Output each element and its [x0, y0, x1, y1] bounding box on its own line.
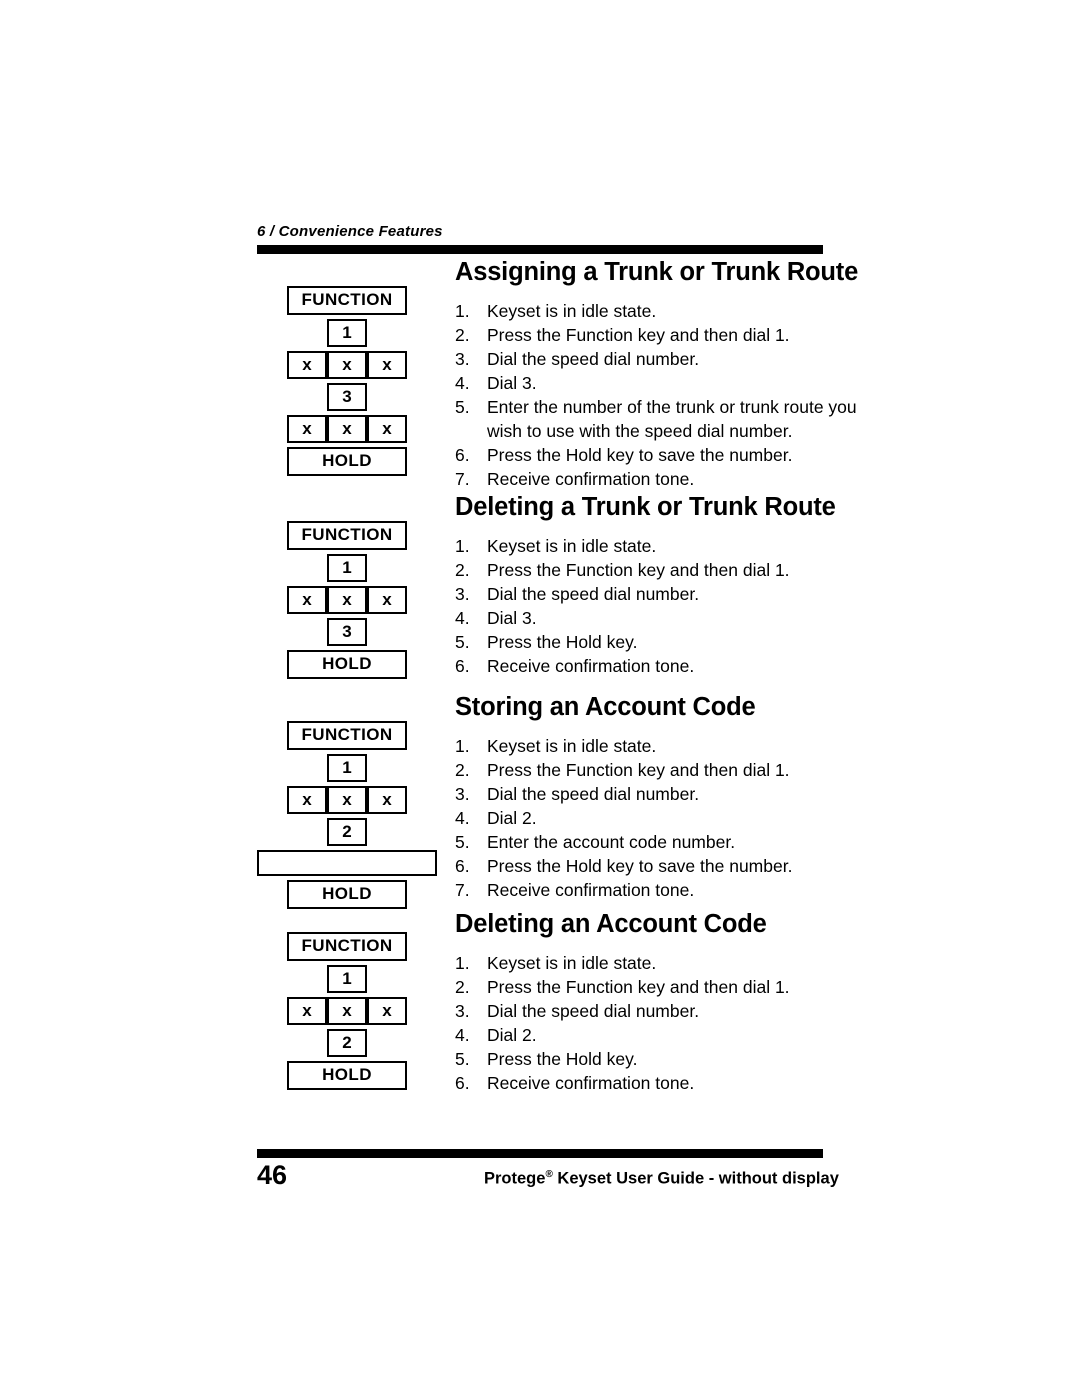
key-x[interactable]: x [327, 997, 367, 1025]
key-x-row: x x x [257, 786, 437, 814]
list-item: 1. Keyset is in idle state. [455, 736, 657, 757]
key-hold[interactable]: HOLD [287, 447, 407, 476]
section-deleting-account-code: Deleting an Account Code 1. Keyset is in … [455, 910, 855, 1095]
header-divider [257, 245, 823, 254]
key-sequence-deleting-account-code: FUNCTION 1 x x x 2 HOLD [257, 932, 437, 1090]
key-x[interactable]: x [327, 586, 367, 614]
list-item: 6. Press the Hold key to save the number. [455, 856, 793, 877]
key-function[interactable]: FUNCTION [287, 721, 407, 750]
key-function[interactable]: FUNCTION [287, 521, 407, 550]
key-x[interactable]: x [367, 586, 407, 614]
list-item: 3. Dial the speed dial number. [455, 1001, 700, 1022]
list-item: 3. Dial the speed dial number. [455, 584, 700, 605]
steps-list: 1. Keyset is in idle state. 2. Press the F… [455, 951, 855, 1095]
registered-mark: ® [545, 1169, 553, 1180]
key-function[interactable]: FUNCTION [287, 932, 407, 961]
key-sequence-assigning-trunk: FUNCTION 1 x x x 3 x x x HOLD [257, 286, 437, 476]
key-x-row: x x x [257, 351, 437, 379]
list-item: 6. Receive confirmation tone. [455, 1073, 695, 1094]
list-item: 5. Enter the number of the trunk or trunk… [455, 397, 857, 442]
section-title: Storing an Account Code [455, 693, 756, 721]
key-digit-3[interactable]: 3 [327, 618, 367, 646]
key-x-row: x x x [257, 586, 437, 614]
section-title: Assigning a Trunk or Trunk Route [455, 258, 859, 286]
key-hold[interactable]: HOLD [287, 880, 407, 909]
footer-title-rest: Keyset User Guide - without display [552, 1169, 839, 1188]
list-item: 3. Dial the speed dial number. [455, 349, 700, 370]
footer-product: Protege [484, 1169, 546, 1188]
list-item: 2. Press the Function key and then dial 1… [455, 977, 790, 998]
key-blank-account-code[interactable] [257, 850, 437, 876]
key-x[interactable]: x [287, 351, 327, 379]
section-deleting-trunk: Deleting a Trunk or Trunk Route 1. Keyset… [455, 493, 855, 678]
key-x-row: x x x [257, 415, 437, 443]
list-item: 4. Dial 2. [455, 1025, 537, 1046]
key-digit-1[interactable]: 1 [327, 754, 367, 782]
document-page: 6 / Convenience Features FUNCTION 1 x x … [0, 0, 1080, 1397]
key-x[interactable]: x [287, 786, 327, 814]
key-x[interactable]: x [327, 351, 367, 379]
list-item: 2. Press the Function key and then dial 1… [455, 325, 790, 346]
key-x[interactable]: x [367, 997, 407, 1025]
key-digit-1[interactable]: 1 [327, 965, 367, 993]
key-digit-1[interactable]: 1 [327, 554, 367, 582]
key-x[interactable]: x [327, 415, 367, 443]
list-item: 5. Press the Hold key. [455, 632, 638, 653]
key-sequence-deleting-trunk: FUNCTION 1 x x x 3 HOLD [257, 521, 437, 679]
key-x-row: x x x [257, 997, 437, 1025]
key-x[interactable]: x [367, 786, 407, 814]
list-item: 4. Dial 3. [455, 608, 537, 629]
steps-list: 1. Keyset is in idle state. 2. Press the F… [455, 299, 875, 491]
list-item: 2. Press the Function key and then dial 1… [455, 560, 790, 581]
list-item: 7. Receive confirmation tone. [455, 880, 695, 901]
list-item: 7. Receive confirmation tone. [455, 469, 695, 490]
chapter-header: 6 / Convenience Features [257, 223, 443, 240]
list-item: 4. Dial 2. [455, 808, 537, 829]
key-x[interactable]: x [287, 997, 327, 1025]
key-hold[interactable]: HOLD [287, 650, 407, 679]
footer-divider [257, 1149, 823, 1158]
key-digit-2[interactable]: 2 [327, 1029, 367, 1057]
steps-list: 1. Keyset is in idle state. 2. Press the F… [455, 534, 855, 678]
key-x[interactable]: x [367, 415, 407, 443]
key-x[interactable]: x [367, 351, 407, 379]
list-item: 6. Receive confirmation tone. [455, 656, 695, 677]
section-storing-account-code: Storing an Account Code 1. Keyset is in i… [455, 693, 855, 902]
list-item: 6. Press the Hold key to save the number. [455, 445, 793, 466]
key-x[interactable]: x [287, 586, 327, 614]
key-x[interactable]: x [327, 786, 367, 814]
list-item: 4. Dial 3. [455, 373, 537, 394]
list-item: 5. Press the Hold key. [455, 1049, 638, 1070]
key-x[interactable]: x [287, 415, 327, 443]
page-number: 46 [257, 1160, 288, 1190]
key-digit-2[interactable]: 2 [327, 818, 367, 846]
key-hold[interactable]: HOLD [287, 1061, 407, 1090]
list-item: 1. Keyset is in idle state. [455, 301, 657, 322]
key-digit-1[interactable]: 1 [327, 319, 367, 347]
key-sequence-storing-account-code: FUNCTION 1 x x x 2 HOLD [257, 721, 437, 909]
section-assigning-trunk: Assigning a Trunk or Trunk Route 1. Keyse… [455, 258, 875, 491]
list-item: 1. Keyset is in idle state. [455, 953, 657, 974]
footer-doc-title: Protege® Keyset User Guide - without dis… [484, 1169, 839, 1189]
list-item: 3. Dial the speed dial number. [455, 784, 700, 805]
list-item: 1. Keyset is in idle state. [455, 536, 657, 557]
section-title: Deleting a Trunk or Trunk Route [455, 493, 836, 521]
steps-list: 1. Keyset is in idle state. 2. Press the F… [455, 734, 855, 902]
key-digit-3[interactable]: 3 [327, 383, 367, 411]
key-function[interactable]: FUNCTION [287, 286, 407, 315]
list-item: 5. Enter the account code number. [455, 832, 736, 853]
list-item: 2. Press the Function key and then dial 1… [455, 760, 790, 781]
section-title: Deleting an Account Code [455, 910, 767, 938]
